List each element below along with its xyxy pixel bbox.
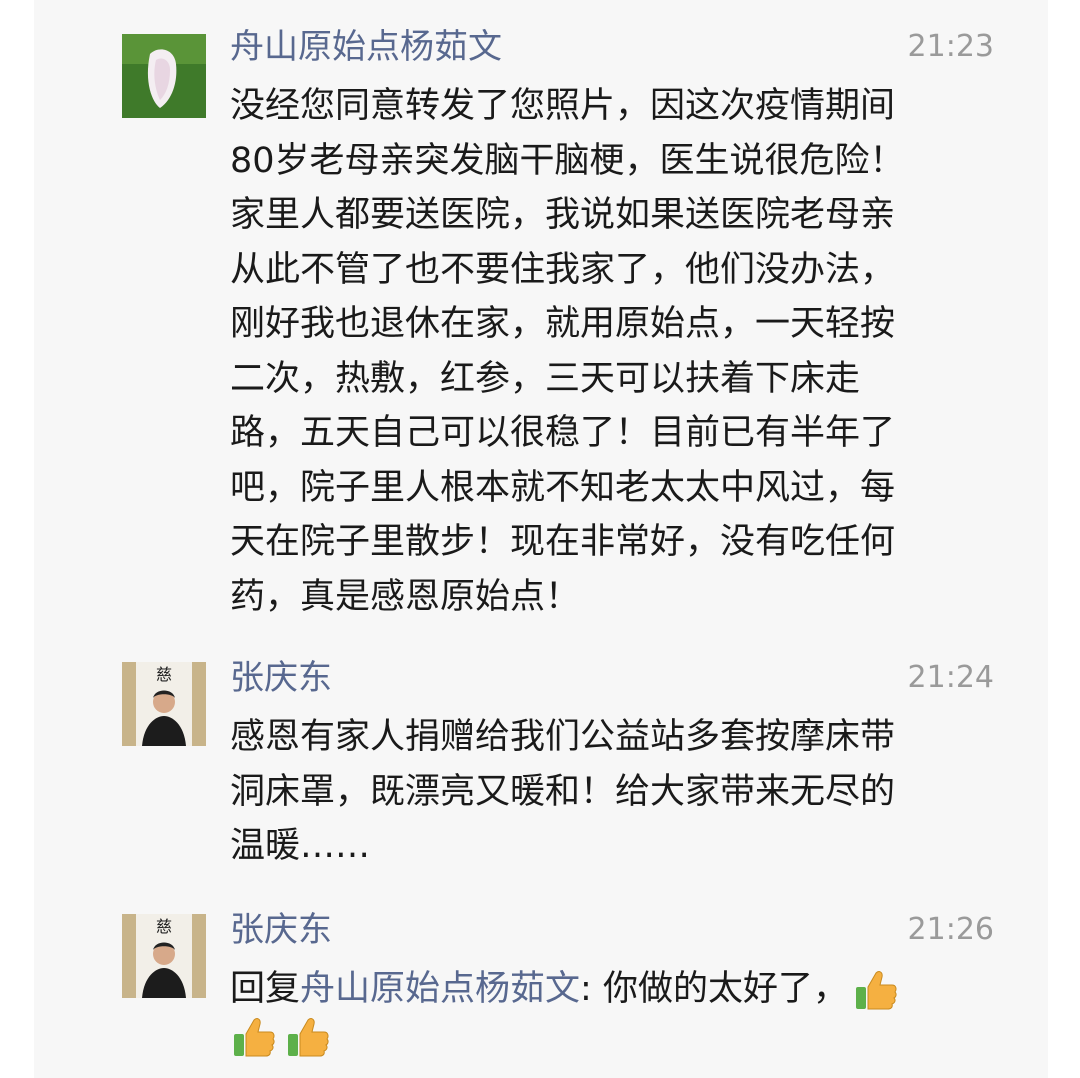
- reply-text: : 你做的太好了，: [580, 969, 848, 1009]
- svg-text:慈: 慈: [156, 665, 172, 684]
- thumbs-up-icon: [234, 1018, 275, 1057]
- comment-time: 21:23: [907, 29, 994, 64]
- comment-text: 没经您同意转发了您照片，因这次疫情期间 80岁老母亲突发脑干脑梗，医生说很危险！…: [230, 86, 905, 617]
- user-avatar[interactable]: 慈: [122, 662, 206, 746]
- svg-text:慈: 慈: [156, 917, 172, 936]
- comment-list: 舟山原始点杨茹文 21:23 没经您同意转发了您照片，因这次疫情期间 80岁老母…: [34, 0, 1048, 1078]
- thumbs-up-icon: [288, 1018, 329, 1057]
- user-avatar[interactable]: 慈: [122, 914, 206, 998]
- user-avatar[interactable]: [122, 34, 206, 118]
- reply-mention-link[interactable]: 舟山原始点杨茹文: [300, 969, 580, 1009]
- reply-prefix: 回复: [230, 969, 301, 1009]
- reply-line: 回复舟山原始点杨茹文: 你做的太好了，: [230, 962, 1020, 1016]
- man-avatar-icon: 慈: [122, 662, 206, 746]
- comment-time: 21:26: [907, 912, 994, 947]
- man-avatar-icon: 慈: [122, 914, 206, 998]
- emoji-row: [230, 1014, 338, 1068]
- comment-author[interactable]: 张庆东: [230, 656, 332, 700]
- comment-author[interactable]: 舟山原始点杨茹文: [230, 25, 502, 69]
- thumbs-up-icon: [855, 971, 897, 1010]
- flower-avatar-icon: [122, 34, 206, 118]
- comment-time: 21:24: [907, 660, 994, 695]
- comment-text: 感恩有家人捐赠给我们公益站多套按摩床带 洞床罩，既漂亮又暖和！给大家带来无尽的 …: [230, 717, 896, 866]
- comment-author[interactable]: 张庆东: [230, 908, 332, 952]
